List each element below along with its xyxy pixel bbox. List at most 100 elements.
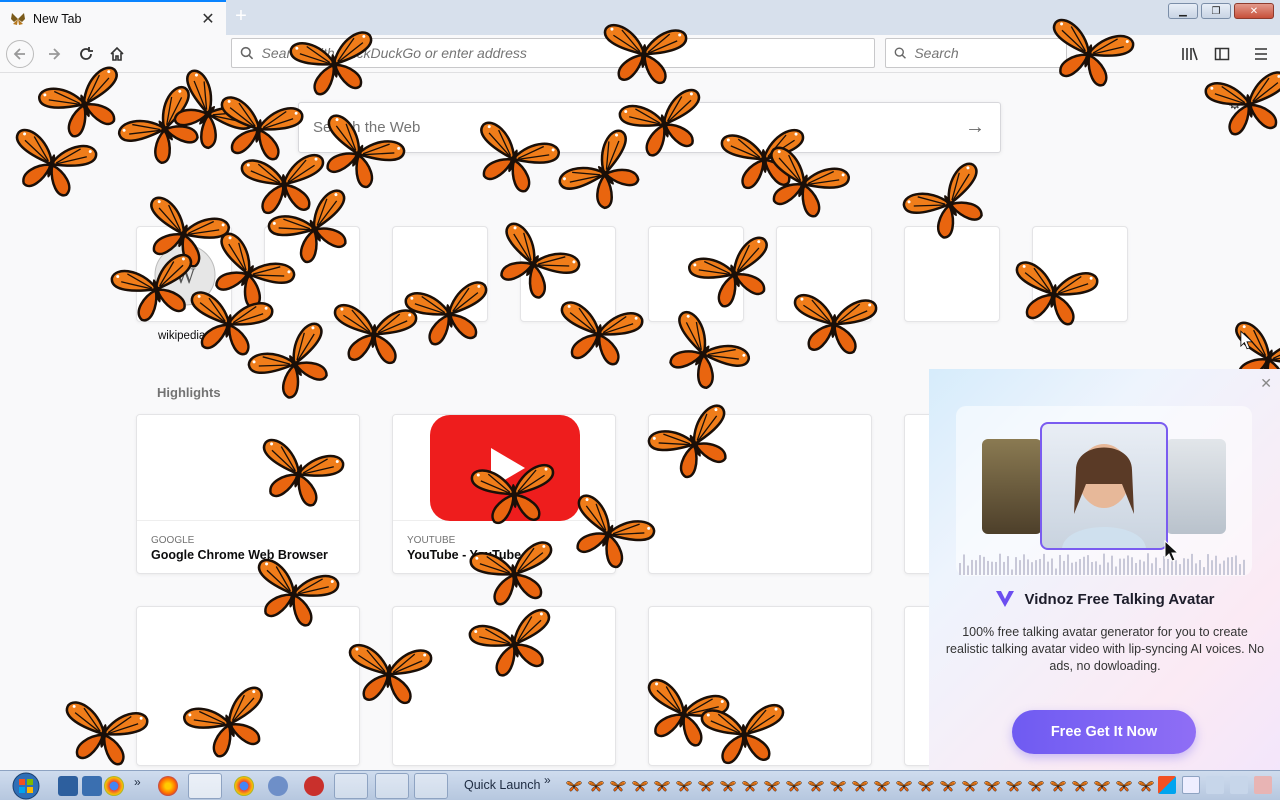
chevron-right-icon[interactable]: » — [134, 775, 141, 789]
waveform-bar — [1047, 561, 1049, 575]
taskbar-butterfly-app-button[interactable] — [188, 773, 222, 799]
minimize-button[interactable]: ▁ — [1168, 3, 1198, 19]
butterfly-icon[interactable] — [786, 780, 802, 792]
butterfly-favicon-icon — [11, 12, 25, 25]
tab-new-tab[interactable]: New Tab ✕ — [0, 0, 226, 35]
tray-app-icon[interactable] — [1158, 776, 1176, 794]
waveform-bar — [1115, 566, 1117, 575]
new-tab-plus-icon[interactable]: + — [230, 6, 252, 28]
taskbar-app-button[interactable] — [334, 773, 368, 799]
close-tab-icon[interactable]: ✕ — [198, 9, 218, 29]
butterfly-icon[interactable] — [698, 780, 714, 792]
waveform-bar — [967, 565, 969, 575]
waveform-bar — [1135, 562, 1137, 575]
butterfly-icon[interactable] — [1094, 780, 1110, 792]
butterfly-icon[interactable] — [1050, 780, 1066, 792]
top-site-tile[interactable] — [904, 226, 1000, 322]
windows-start-orb-icon[interactable] — [8, 771, 44, 800]
waveform-bar — [979, 555, 981, 575]
butterfly-icon — [787, 286, 880, 359]
waveform-bar — [1087, 555, 1089, 575]
waveform-bar — [983, 556, 985, 575]
close-icon[interactable]: ✕ — [1260, 375, 1272, 392]
document-icon[interactable] — [1182, 776, 1200, 794]
explorer-icon[interactable] — [82, 776, 102, 796]
waveform-bar — [1027, 559, 1029, 575]
waveform-bar — [1067, 554, 1069, 575]
taskbar-app-button[interactable] — [375, 773, 409, 799]
show-desktop-icon[interactable] — [58, 776, 78, 796]
waveform-bar — [987, 560, 989, 575]
butterfly-icon[interactable] — [1028, 780, 1044, 792]
firefox-icon[interactable] — [158, 776, 178, 796]
chrome-icon[interactable] — [104, 776, 124, 796]
forward-arrow-icon[interactable] — [40, 40, 68, 68]
waveform-bar — [1155, 557, 1157, 575]
butterfly-icon[interactable] — [1116, 780, 1132, 792]
butterfly-icon[interactable] — [984, 780, 1000, 792]
volume-muted-icon[interactable] — [1254, 776, 1272, 794]
butterfly-icon[interactable] — [852, 780, 868, 792]
butterfly-icon — [1200, 63, 1280, 143]
chrome-icon[interactable] — [234, 776, 254, 796]
waveform-bar — [999, 553, 1001, 575]
butterfly-icon[interactable] — [764, 780, 780, 792]
back-arrow-icon[interactable] — [6, 40, 34, 68]
sidebar-toggle-icon[interactable] — [1208, 40, 1236, 68]
waveform-bar — [1195, 563, 1197, 575]
butterfly-icon[interactable] — [720, 780, 736, 792]
butterfly-icon[interactable] — [632, 780, 648, 792]
butterfly-icon[interactable] — [940, 780, 956, 792]
waveform-bar — [1011, 569, 1013, 575]
close-window-button[interactable]: ✕ — [1234, 3, 1274, 19]
popup-description: 100% free talking avatar generator for y… — [945, 625, 1265, 673]
butterfly-icon[interactable] — [896, 780, 912, 792]
app-icon[interactable] — [304, 776, 324, 796]
flag-icon[interactable] — [1206, 776, 1224, 794]
butterfly-icon[interactable] — [874, 780, 890, 792]
butterfly-icon[interactable] — [654, 780, 670, 792]
chevron-right-icon[interactable]: » — [544, 773, 551, 787]
butterfly-icon[interactable] — [830, 780, 846, 792]
waveform-bar — [1175, 560, 1177, 575]
butterfly-icon[interactable] — [1072, 780, 1088, 792]
butterfly-icon[interactable] — [676, 780, 692, 792]
butterfly-icon[interactable] — [566, 780, 582, 792]
library-icon[interactable] — [1176, 40, 1204, 68]
waveform-bar — [1119, 558, 1121, 575]
butterfly-icon[interactable] — [962, 780, 978, 792]
waveform-bar — [1031, 562, 1033, 575]
windows-taskbar: » Quick Launch » — [0, 770, 1280, 800]
woman-avatar — [1040, 422, 1168, 550]
waveform-bar — [1187, 558, 1189, 575]
waveform-bar — [975, 560, 977, 575]
app-icon[interactable] — [268, 776, 288, 796]
waveform-bar — [1191, 553, 1193, 575]
butterfly-icon[interactable] — [588, 780, 604, 792]
waveform-bar — [1035, 560, 1037, 575]
window-controls: ▁ ❐ ✕ — [1168, 3, 1274, 19]
waveform-bar — [1051, 558, 1053, 575]
butterfly-icon[interactable] — [918, 780, 934, 792]
butterfly-icon[interactable] — [1006, 780, 1022, 792]
search-arrow-icon[interactable]: → — [950, 116, 1000, 139]
waveform-bar — [1207, 554, 1209, 575]
waveform-bar — [991, 561, 993, 575]
card-source: YOUTUBE — [407, 535, 456, 546]
waveform-bar — [1131, 557, 1133, 575]
waveform-bar — [1147, 553, 1149, 575]
butterfly-icon[interactable] — [610, 780, 626, 792]
waveform-bar — [1063, 560, 1065, 575]
butterfly-icon[interactable] — [808, 780, 824, 792]
butterfly-icon[interactable] — [742, 780, 758, 792]
waveform-bar — [1039, 558, 1041, 575]
waveform-bar — [995, 561, 997, 575]
taskbar-app-button[interactable] — [414, 773, 448, 799]
restore-button[interactable]: ❐ — [1201, 3, 1231, 19]
waveform-bar — [1043, 553, 1045, 575]
hamburger-menu-icon[interactable] — [1247, 40, 1275, 68]
butterfly-icon[interactable] — [1138, 780, 1154, 792]
free-get-it-now-button[interactable]: Free Get It Now — [1012, 710, 1196, 754]
network-icon[interactable] — [1230, 776, 1248, 794]
waveform-bar — [1199, 560, 1201, 575]
